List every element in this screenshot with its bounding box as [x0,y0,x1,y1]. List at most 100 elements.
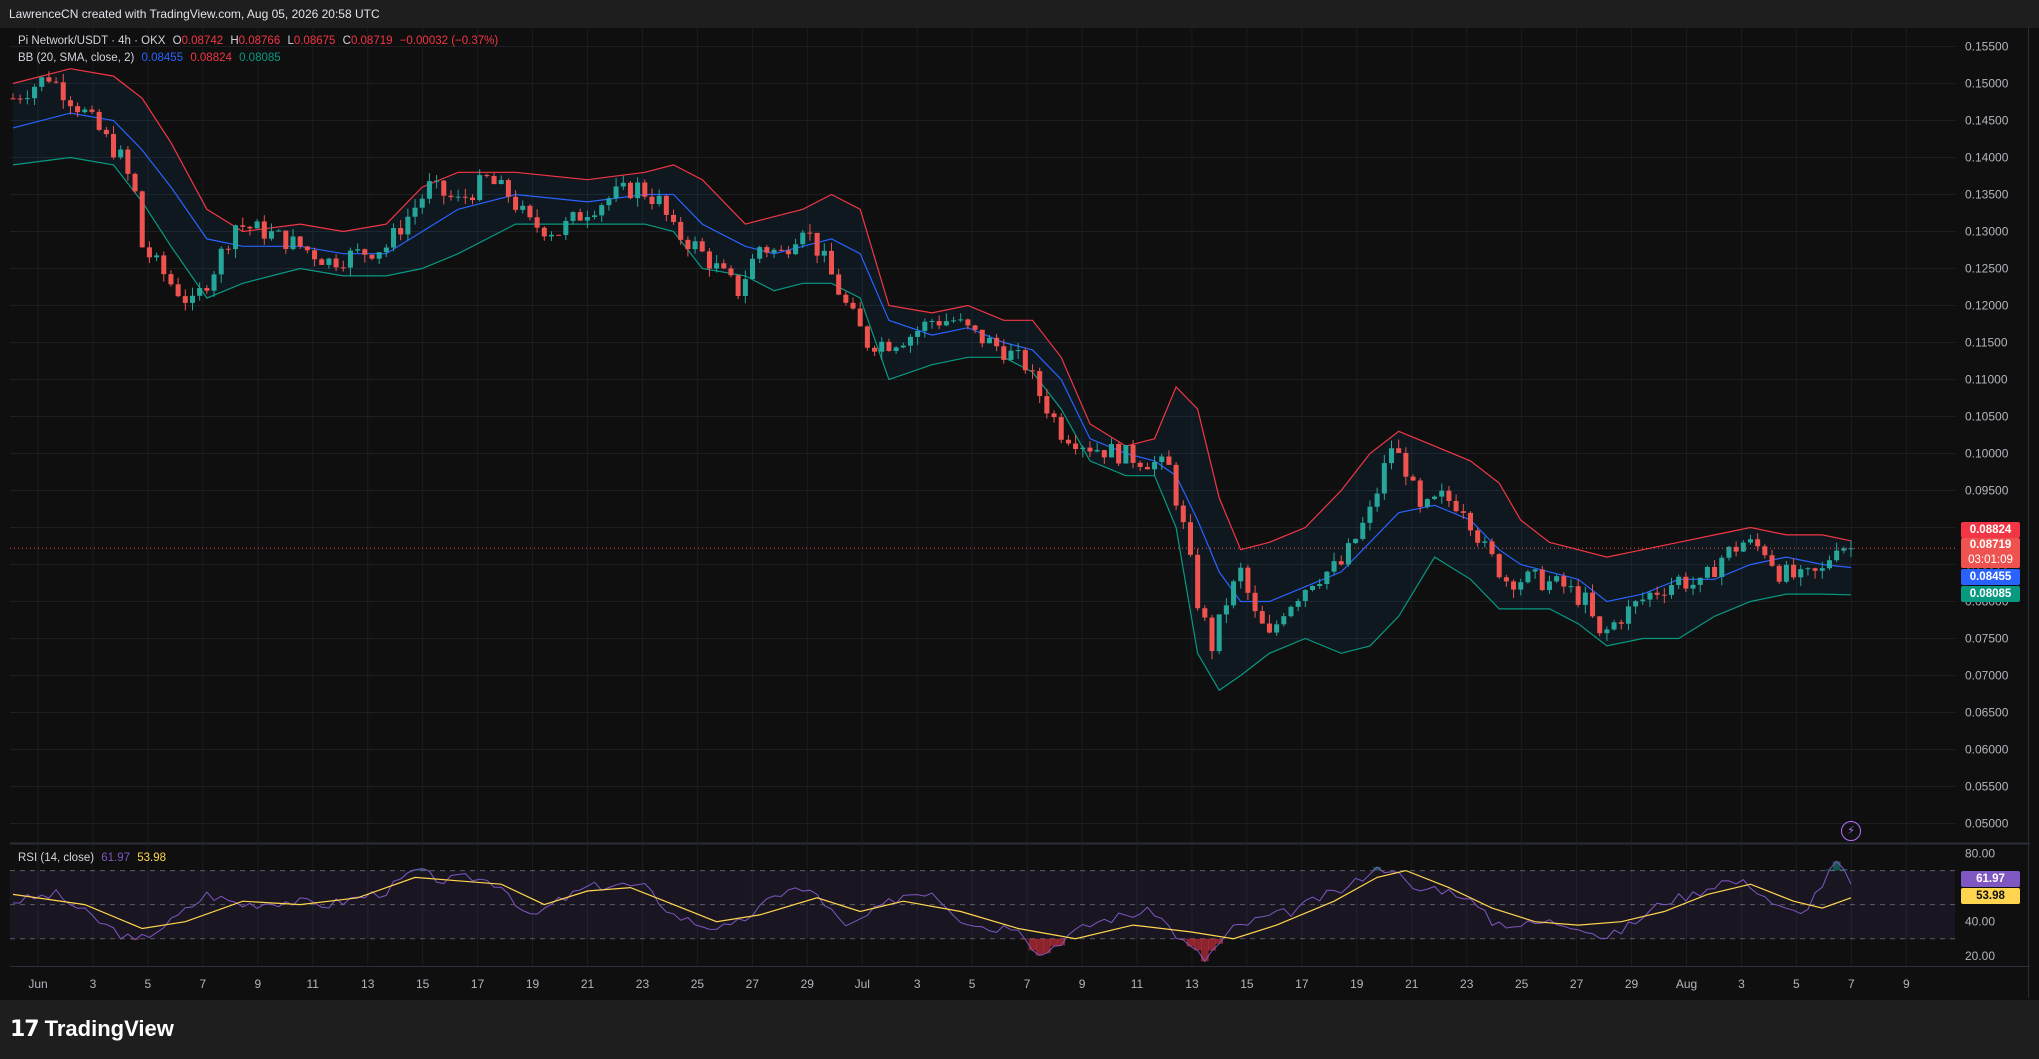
candle-body [943,321,949,326]
candle-body [1496,554,1502,578]
bb-upper-tag: 0.08824 [1961,522,2020,538]
candle-body [132,173,138,192]
time-tick-label: 29 [1625,977,1639,991]
rsi-tag: 61.97 [1961,871,2020,887]
candle-body [1704,566,1710,578]
candle-body [1791,564,1797,578]
candle-body [1173,464,1179,506]
price-tick-label: 0.05000 [1965,817,2009,831]
candle-body [1834,550,1840,561]
candle-body [915,330,921,337]
price-pane [10,28,1955,842]
candle-body [448,195,454,198]
chart-canvas[interactable]: 0.15500 0.15000 0.14500 0.14000 0.13500 0.130… [0,0,2039,1000]
time-tick-label: 27 [1570,977,1584,991]
candle-body [1388,448,1395,464]
candle-body [1661,594,1667,596]
price-tick-label: 0.12500 [1965,262,2009,276]
time-tick-label: Jul [855,977,870,991]
candle-body [484,175,490,177]
time-tick-label: 19 [1350,977,1364,991]
candle-body [936,321,942,326]
candle-body [527,205,533,218]
candle-body [1381,463,1387,494]
candle-body [1044,396,1050,414]
high-label: H [230,35,239,47]
last-price-value: 0.08719 [1969,539,2012,551]
lightning-icon[interactable]: ⚡ [1841,821,1861,841]
candle-body [1166,456,1172,465]
change-value: −0.00032 (−0.37%) [399,35,499,47]
candle-body [10,98,16,100]
candle-body [1065,439,1071,444]
bb-basis-value: 0.08455 [141,52,184,64]
candle-body [1453,500,1459,512]
candle-body [1475,530,1481,543]
time-tick-label: 15 [1240,977,1254,991]
price-tick-label: 0.07500 [1965,632,2009,646]
time-tick-label: 17 [1295,977,1309,991]
rsi-ma-value: 53.98 [137,852,167,864]
bb-lower-tag: 0.08085 [1961,586,2020,602]
symbol-name: Pi Network/USDT · 4h · OKX [18,35,166,47]
bb-upper-value: 0.08824 [190,52,232,64]
candle-body [1568,586,1574,588]
candle-body [111,134,117,158]
candle-body [570,212,576,221]
candle-body [505,180,511,197]
bar-countdown: 03:01:09 [1968,554,2013,566]
candle-body [1683,576,1689,589]
candle-body [599,205,605,216]
candle-body [1582,592,1588,605]
last-price-tag: 0.08719 03:01:09 [1961,538,2020,568]
candle-body [1281,616,1287,625]
time-tick-label: 7 [1848,977,1855,991]
candle-body [807,232,813,234]
time-tick-label: 29 [801,977,815,991]
candle-body [513,196,519,210]
price-tick-label: 0.14500 [1965,114,2009,128]
candle-body [1051,413,1057,418]
candle-body [146,247,152,258]
time-tick-label: 19 [526,977,540,991]
time-tick-label: 13 [361,977,375,991]
candle-body [642,182,648,197]
candle-body [649,196,655,205]
candle-body [204,288,210,291]
candle-body [850,302,856,309]
candle-body [1410,476,1416,481]
bb-basis-tag: 0.08455 [1961,569,2020,585]
candle-body [548,234,554,237]
candle-body [592,215,598,218]
candle-body [139,191,145,248]
candle-body [412,207,418,217]
candle-body [462,196,468,198]
rsi-tick-label: 20.00 [1965,949,1995,963]
candle-body [1511,581,1517,590]
candle-body [1590,592,1596,617]
bb-label: BB (20, SMA, close, 2) [18,52,135,64]
candle-body [1712,566,1718,578]
price-tick-label: 0.06500 [1965,706,2009,720]
candle-body [1417,480,1423,507]
tradingview-logo[interactable]: 17 TradingView [10,1016,174,1042]
candle-body [1324,571,1330,584]
time-tick-label: 11 [307,977,320,991]
low-label: L [287,35,294,47]
candle-body [154,255,160,258]
candle-body [1274,624,1280,633]
price-tick-label: 0.11000 [1965,373,2008,387]
candle-body [757,247,763,259]
time-tick-label: 15 [416,977,430,991]
candle-body [951,320,957,322]
candle-body [1108,444,1115,458]
time-tick-label: 23 [636,977,650,991]
candle-body [1116,444,1122,464]
candle-body [656,195,662,205]
candle-body [1101,450,1107,458]
candle-body [1676,576,1682,585]
candle-body [714,263,720,269]
candle-body [1625,606,1631,624]
candle-body [32,86,38,99]
candle-body [843,294,849,303]
